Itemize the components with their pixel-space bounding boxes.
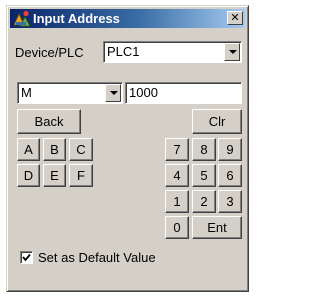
input-address-dialog: Input Address ✕ Device/PLC PLC1 M 1000 B… <box>6 5 249 292</box>
key-f[interactable]: F <box>69 164 93 187</box>
checkmark-icon <box>22 253 31 262</box>
key-3[interactable]: 3 <box>218 190 242 213</box>
app-icon <box>13 10 31 27</box>
key-b[interactable]: B <box>43 138 66 161</box>
title-bar[interactable]: Input Address ✕ <box>10 9 245 28</box>
address-type-select[interactable]: M <box>17 82 123 104</box>
enter-button[interactable]: Ent <box>192 216 242 239</box>
key-7[interactable]: 7 <box>165 138 189 161</box>
key-a[interactable]: A <box>17 138 40 161</box>
clear-button[interactable]: Clr <box>192 109 242 134</box>
device-dropdown-arrow-icon[interactable] <box>224 43 240 61</box>
key-8[interactable]: 8 <box>192 138 216 161</box>
device-plc-label: Device/PLC <box>15 45 84 60</box>
address-number-value: 1000 <box>129 85 158 100</box>
key-4[interactable]: 4 <box>165 164 189 187</box>
key-c[interactable]: C <box>69 138 93 161</box>
key-9[interactable]: 9 <box>218 138 242 161</box>
key-e[interactable]: E <box>43 164 66 187</box>
address-number-input[interactable]: 1000 <box>125 82 242 104</box>
key-5[interactable]: 5 <box>192 164 216 187</box>
default-value-label: Set as Default Value <box>38 250 156 265</box>
back-button[interactable]: Back <box>17 109 81 134</box>
address-type-dropdown-arrow-icon[interactable] <box>105 84 121 102</box>
device-plc-select[interactable]: PLC1 <box>103 41 242 63</box>
key-2[interactable]: 2 <box>192 190 216 213</box>
dialog-title: Input Address <box>33 11 120 26</box>
default-value-checkbox[interactable] <box>20 251 33 264</box>
address-type-value: M <box>21 85 32 100</box>
device-plc-value: PLC1 <box>107 44 140 59</box>
key-1[interactable]: 1 <box>165 190 189 213</box>
close-button[interactable]: ✕ <box>227 11 243 25</box>
key-6[interactable]: 6 <box>218 164 242 187</box>
key-d[interactable]: D <box>17 164 40 187</box>
key-0[interactable]: 0 <box>165 216 189 239</box>
